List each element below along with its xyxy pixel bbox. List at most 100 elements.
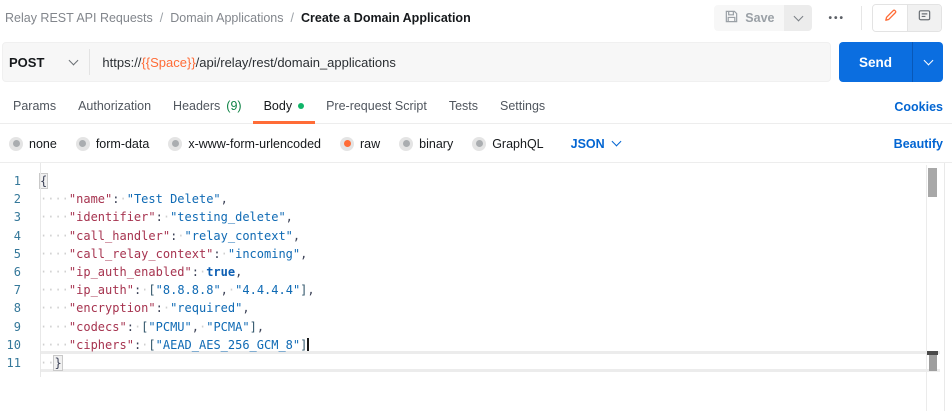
radio-binary[interactable]: binary [399,137,453,151]
code-line[interactable]: 9····"codecs":·["PCMU",·"PCMA"], [0,318,952,336]
headers-count-badge: (9) [226,99,241,113]
line-number: 3 [0,208,33,226]
line-number: 8 [0,299,33,317]
line-number: 2 [0,190,33,208]
radio-none[interactable]: none [9,137,57,151]
radio-label: none [29,137,57,151]
breadcrumb-collection[interactable]: Relay REST API Requests [5,11,153,25]
tab-label: Settings [500,99,545,113]
url-path: /api/relay/rest/domain_applications [196,55,396,70]
breadcrumb-request-name[interactable]: Create a Domain Application [301,11,471,25]
line-number: 11 [0,354,33,372]
radio-label: raw [360,137,380,151]
tab-label: Tests [449,99,478,113]
method-selector[interactable]: POST [3,43,89,81]
tab-headers[interactable]: Headers(9) [162,90,253,124]
breadcrumb: Relay REST API Requests / Domain Applica… [5,11,471,25]
code-content: ····"encryption":·"required", [33,299,250,317]
radio-icon [472,137,486,151]
save-options-button[interactable] [784,5,812,31]
request-tabs: Params Authorization Headers(9) Body Pre… [0,90,952,124]
tab-settings[interactable]: Settings [489,90,556,124]
radio-form-data[interactable]: form-data [76,137,150,151]
tab-body[interactable]: Body [253,90,316,124]
code-content: ····"call_handler":·"relay_context", [33,227,300,245]
edit-comment-group [872,4,942,32]
cookies-link[interactable]: Cookies [894,100,943,114]
code-content: ····"ip_auth":·["8.8.8.8",·"4.4.4.4"], [33,281,315,299]
text-cursor [307,338,309,351]
comment-icon [917,8,932,28]
tab-params[interactable]: Params [2,90,67,124]
radio-label: GraphQL [492,137,543,151]
line-number: 4 [0,227,33,245]
radio-raw[interactable]: raw [340,137,380,151]
radio-x-www-form-urlencoded[interactable]: x-www-form-urlencoded [168,137,321,151]
radio-icon [168,137,182,151]
code-content: ····"name":·"Test Delete", [33,190,228,208]
send-button[interactable]: Send [839,42,912,82]
code-line[interactable]: 3····"identifier":·"testing_delete", [0,208,952,226]
breadcrumb-separator: / [160,11,163,25]
radio-label: binary [419,137,453,151]
method-label: POST [9,55,44,70]
overview-cursor-marker-body [929,355,937,371]
chevron-down-icon [69,55,79,65]
radio-icon [9,137,23,151]
breadcrumb-separator: / [291,11,294,25]
radio-icon [76,137,90,151]
tab-tests[interactable]: Tests [438,90,489,124]
save-icon [724,9,739,27]
send-options-button[interactable] [912,42,943,82]
line-number: 9 [0,318,33,336]
code-line[interactable]: 1{ [0,172,952,190]
tab-authorization[interactable]: Authorization [67,90,162,124]
code-content: ····"codecs":·["PCMU",·"PCMA"], [33,318,264,336]
tab-label: Body [264,99,293,113]
code-content: ····"ciphers":·["AEAD_AES_256_GCM_8"] [33,336,309,354]
tab-label: Pre-request Script [326,99,427,113]
body-modified-dot [298,103,304,109]
radio-icon-selected [340,137,354,151]
more-options-button[interactable]: ••• [822,9,851,28]
code-line[interactable]: 8····"encryption":·"required", [0,299,952,317]
raw-format-selector[interactable]: JSON [571,137,620,151]
breadcrumb-folder[interactable]: Domain Applications [170,11,283,25]
save-button-group: Save [714,5,812,31]
url-input[interactable]: https://{{Space}}/api/relay/rest/domain_… [90,55,407,70]
code-line[interactable]: 2····"name":·"Test Delete", [0,190,952,208]
editor-right-border [944,163,945,411]
code-line[interactable]: 11··} [0,354,952,372]
body-type-options: none form-data x-www-form-urlencoded raw… [0,125,952,163]
save-button[interactable]: Save [714,5,784,31]
scrollbar-thumb[interactable] [928,168,937,197]
code-content: ····"identifier":·"testing_delete", [33,208,293,226]
topbar-divider [861,6,862,30]
line-number: 6 [0,263,33,281]
comments-button[interactable] [907,5,941,31]
send-button-group: Send [839,42,943,82]
body-code-editor[interactable]: 1{2····"name":·"Test Delete",3····"ident… [0,163,952,411]
chevron-down-icon [611,137,621,147]
save-button-label: Save [745,11,774,25]
url-bar: POST https://{{Space}}/api/relay/rest/do… [2,42,831,82]
code-line[interactable]: 4····"call_handler":·"relay_context", [0,227,952,245]
raw-format-label: JSON [571,137,605,151]
radio-label: form-data [96,137,150,151]
scrollbar-track[interactable] [926,165,927,411]
line-number: 10 [0,336,33,354]
url-environment-variable: {{Space}} [141,55,195,70]
line-number: 1 [0,172,33,190]
code-line[interactable]: 10····"ciphers":·["AEAD_AES_256_GCM_8"] [0,336,952,354]
code-line[interactable]: 7····"ip_auth":·["8.8.8.8",·"4.4.4.4"], [0,281,952,299]
topbar: Relay REST API Requests / Domain Applica… [0,0,952,34]
tab-label: Authorization [78,99,151,113]
code-content: ····"ip_auth_enabled":·true, [33,263,242,281]
postman-request-window: Relay REST API Requests / Domain Applica… [0,0,952,411]
tab-pre-request-script[interactable]: Pre-request Script [315,90,438,124]
radio-graphql[interactable]: GraphQL [472,137,543,151]
edit-request-button[interactable] [873,5,907,31]
code-line[interactable]: 5····"call_relay_context":·"incoming", [0,245,952,263]
code-line[interactable]: 6····"ip_auth_enabled":·true, [0,263,952,281]
beautify-link[interactable]: Beautify [894,137,943,151]
